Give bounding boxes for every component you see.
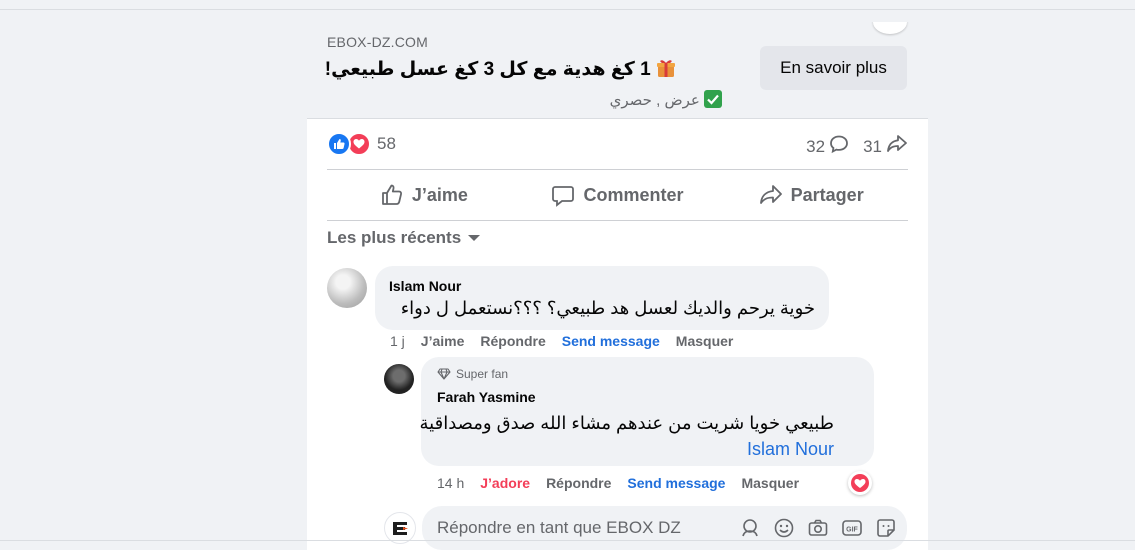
reply-toolbar: GIF [727, 517, 897, 539]
diamond-icon [437, 368, 451, 380]
hide-comment-button[interactable]: Masquer [741, 475, 799, 491]
camera-icon[interactable] [807, 517, 829, 539]
sort-label: Les plus récents [327, 228, 462, 247]
ad-headline[interactable]: 1 كغ هدية مع كل 3 كغ عسل طبيعي! [325, 58, 676, 81]
comment-reply-button[interactable]: Répondre [546, 475, 611, 491]
comment-text-body: طبيعي خويا شريت من عندهم مشاء الله صدق و… [419, 413, 834, 433]
comment-timestamp[interactable]: 1 j [390, 333, 405, 349]
like-button[interactable]: J’aime [327, 172, 521, 218]
comment-author[interactable]: Islam Nour [389, 278, 461, 294]
gift-icon [656, 58, 676, 78]
reaction-count: 58 [377, 134, 396, 153]
ad-headline-text: 1 كغ هدية مع كل 3 كغ عسل طبيعي! [324, 59, 651, 80]
ad-domain: EBOX-DZ.COM [327, 34, 428, 50]
comments-count[interactable]: 32 [806, 134, 849, 159]
ad-link-preview[interactable]: EBOX-DZ.COM 1 كغ هدية مع كل 3 كغ عسل طبي… [307, 22, 928, 119]
comment-bubble: Super fan Farah Yasmine طبيعي خويا شريت … [420, 357, 874, 466]
super-fan-badge: Super fan [437, 367, 508, 381]
ad-subline-text: عرض , حصري [609, 92, 700, 109]
shares-count[interactable]: 31 [863, 134, 908, 159]
like-label: J’aime [411, 184, 468, 205]
reply-placeholder: Répondre en tant que EBOX DZ [437, 518, 681, 537]
post-action-bar: J’aime Commenter Partager [327, 172, 908, 218]
check-mark-icon [704, 90, 722, 108]
sticker-icon[interactable] [875, 517, 897, 539]
reactions-summary[interactable]: 58 [327, 132, 396, 156]
share-label: Partager [790, 184, 864, 205]
send-message-link[interactable]: Send message [562, 333, 660, 349]
comments-count-value: 32 [806, 136, 826, 156]
share-icon [759, 185, 782, 204]
super-fan-label: Super fan [456, 367, 509, 381]
thumbs-up-icon [381, 184, 402, 205]
comment-button[interactable]: Commenter [521, 172, 715, 218]
more-options-bubble[interactable] [873, 22, 907, 34]
emoji-icon[interactable] [773, 517, 795, 539]
comment-text: طبيعي خويا شريت من عندهم مشاء الله صدق و… [414, 410, 834, 462]
top-border [0, 9, 1135, 10]
comment-like-button[interactable]: J’aime [421, 333, 465, 349]
share-button[interactable]: Partager [714, 172, 908, 218]
comment-actions: 1 j J’aime Répondre Send message Masquer [390, 333, 749, 349]
engagement-counts: 32 31 [792, 134, 908, 159]
share-arrow-icon [886, 134, 908, 159]
comment-love-button[interactable]: J’adore [480, 475, 530, 491]
avatar[interactable] [384, 364, 414, 394]
shares-count-value: 31 [863, 136, 882, 156]
avatar-sticker-icon[interactable] [739, 517, 761, 539]
comment-bubble-icon [829, 134, 849, 159]
bottom-border [0, 540, 1135, 541]
comment-timestamp[interactable]: 14 h [437, 475, 464, 491]
post-stats: 58 32 31 [327, 130, 908, 158]
comment-sort-dropdown[interactable]: Les plus récents [327, 228, 481, 248]
like-reaction-icon [327, 132, 351, 156]
comment-bubble: Islam Nour خوية يرحم والديك لعسل هد طبيع… [375, 266, 829, 330]
avatar[interactable] [327, 268, 367, 308]
gif-icon[interactable]: GIF [841, 517, 863, 539]
mention-link[interactable]: Islam Nour [747, 439, 834, 459]
learn-more-button[interactable]: En savoir plus [760, 46, 907, 90]
caret-down-icon [468, 235, 481, 241]
post-card: EBOX-DZ.COM 1 كغ هدية مع كل 3 كغ عسل طبي… [307, 22, 928, 550]
svg-text:GIF: GIF [846, 527, 858, 534]
reply-input[interactable]: Répondre en tant que EBOX DZ GIF [422, 506, 907, 550]
send-message-link[interactable]: Send message [627, 475, 725, 491]
comment-author[interactable]: Farah Yasmine [437, 389, 536, 405]
ebox-logo-icon [393, 522, 408, 535]
comment-icon [552, 186, 575, 207]
comment-reply-button[interactable]: Répondre [480, 333, 545, 349]
love-reaction-badge[interactable] [848, 471, 872, 495]
heart-icon [851, 474, 869, 492]
comment-actions: 14 h J’adore Répondre Send message Masqu… [437, 475, 815, 491]
comment-label: Commenter [583, 184, 684, 205]
hide-comment-button[interactable]: Masquer [676, 333, 734, 349]
comment-text: خوية يرحم والديك لعسل هد طبيعي؟ ؟؟؟نستعم… [400, 298, 815, 318]
divider [327, 169, 908, 170]
divider [327, 220, 908, 221]
ad-subline: عرض , حصري [610, 90, 722, 109]
